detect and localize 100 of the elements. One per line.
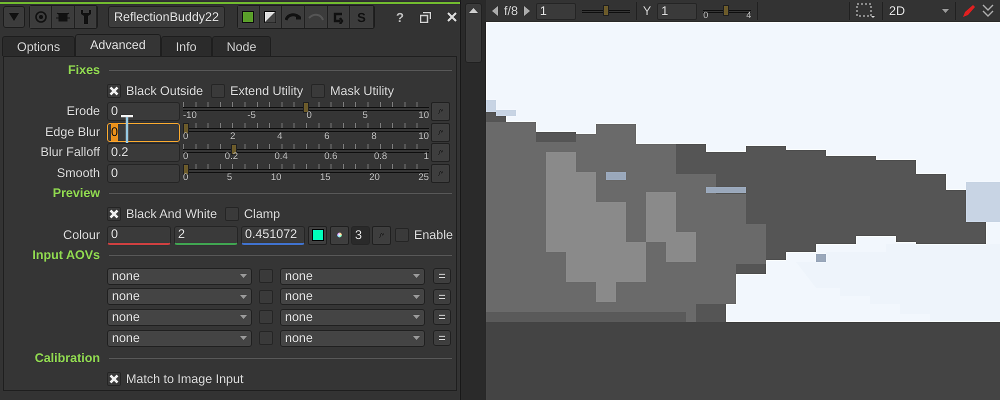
swap-button[interactable]: = <box>433 288 451 305</box>
wrench-button[interactable] <box>75 6 97 28</box>
redo-button[interactable] <box>304 6 328 28</box>
swap-button[interactable]: = <box>433 330 451 346</box>
dropdown[interactable]: none <box>280 288 425 306</box>
section-title: Preview <box>52 185 101 202</box>
tab[interactable]: Options <box>2 36 76 56</box>
slider-track[interactable]: 0 5 10 15 20 25 <box>183 163 429 184</box>
colour-swatch[interactable] <box>308 226 327 245</box>
tick-label: -5 <box>247 109 256 124</box>
dropdown-value: none <box>285 288 313 306</box>
collapse-button[interactable] <box>3 6 25 28</box>
checkbox[interactable] <box>107 372 121 386</box>
channel-count-field[interactable]: 3 <box>351 226 370 245</box>
field-label: Colour <box>62 226 101 244</box>
tick-label: 10 <box>270 171 282 186</box>
triangle-icon <box>9 13 19 21</box>
number-field[interactable]: 2 <box>174 226 238 245</box>
cross-mark-icon <box>109 209 119 220</box>
scrollbar[interactable] <box>465 3 482 63</box>
caret-icon <box>413 294 420 299</box>
up-arrow-icon <box>469 8 478 13</box>
caret-icon <box>942 9 949 13</box>
double-chevron-icon[interactable] <box>982 4 994 18</box>
tick-label: 2 <box>230 130 236 144</box>
number-field[interactable]: 0.451072 <box>241 226 305 245</box>
dropdown-value: none <box>112 309 140 326</box>
cross-mark-icon <box>109 374 119 384</box>
dropdown-value: none <box>112 288 140 306</box>
region-select-icon[interactable] <box>856 3 876 19</box>
target-button[interactable] <box>30 6 52 28</box>
slider-track[interactable]: -10 -5 0 5 10 <box>183 101 429 122</box>
dropdown-value: none <box>112 330 140 347</box>
view-mode-dropdown[interactable]: 2D <box>889 2 949 20</box>
slider-thumb[interactable] <box>602 5 609 16</box>
number-field[interactable]: 0.2 <box>107 143 180 162</box>
gamma-field[interactable]: 1 <box>657 2 698 20</box>
curve-button[interactable] <box>431 143 450 162</box>
swap-button[interactable]: = <box>433 268 451 284</box>
bug-icon <box>55 11 71 23</box>
dropdown[interactable]: none <box>107 308 252 326</box>
field-label: Smooth <box>56 164 101 182</box>
tick-label: 0.2 <box>224 150 238 164</box>
dropdown[interactable]: none <box>107 330 252 347</box>
section-title: Calibration <box>34 350 101 368</box>
half-square-icon <box>264 11 276 23</box>
curve-button[interactable] <box>431 102 450 121</box>
tick-label: 0.8 <box>374 150 388 164</box>
dropdown-value: 2D <box>889 2 905 20</box>
number-field[interactable]: 0 <box>107 164 180 183</box>
slider-thumb[interactable] <box>723 5 730 16</box>
number-field[interactable]: 0 <box>107 102 180 121</box>
section-title: Input AOVs <box>31 247 101 264</box>
curve-button[interactable] <box>431 164 450 183</box>
right-arrow-icon[interactable] <box>524 6 530 16</box>
checkbox[interactable] <box>107 207 121 222</box>
left-arrow-icon[interactable] <box>492 6 498 16</box>
checkbox-label: Enable <box>414 226 453 244</box>
tick-label: 0 <box>306 109 312 124</box>
tick-label: 4 <box>277 130 282 144</box>
tab[interactable]: Info <box>160 36 212 56</box>
dropdown[interactable]: none <box>280 330 425 347</box>
tab[interactable]: Advanced <box>75 34 161 56</box>
slider-track[interactable]: 0 2 4 6 8 10 <box>183 122 429 142</box>
tick-label: 20 <box>369 171 380 186</box>
caret-icon <box>240 294 247 299</box>
caret-icon <box>413 274 420 278</box>
curve-button[interactable] <box>431 122 450 142</box>
dropdown[interactable]: none <box>280 268 425 285</box>
tick-label: 0 <box>183 171 188 186</box>
node-name-field[interactable]: ReflectionBuddy22 <box>108 6 225 28</box>
tick-label: 8 <box>371 130 377 144</box>
dropdown[interactable]: none <box>280 308 425 326</box>
mini-slider[interactable]: 0 4 <box>703 2 752 20</box>
help-button[interactable]: ? <box>388 6 411 28</box>
caret-icon <box>240 315 247 320</box>
dropdown[interactable]: none <box>107 268 252 285</box>
number-field[interactable]: 0 <box>107 226 171 245</box>
tab[interactable]: Node <box>212 36 272 56</box>
revert-button[interactable] <box>328 6 350 28</box>
f-stop-label: f/8 <box>504 2 518 20</box>
tick-label: 10 <box>418 109 429 124</box>
split-color-button[interactable] <box>260 6 282 28</box>
close-icon <box>446 12 457 22</box>
node-color-button[interactable] <box>238 6 260 28</box>
tick-label: 6 <box>324 130 330 144</box>
tick-label: 0 <box>183 130 188 144</box>
checkbox[interactable] <box>107 84 121 98</box>
colour-wheel-button[interactable] <box>330 226 349 245</box>
gain-field[interactable]: 1 <box>536 2 576 20</box>
dropdown[interactable]: none <box>107 288 252 306</box>
bug-button[interactable] <box>52 6 75 28</box>
pencil-icon[interactable] <box>962 4 976 18</box>
tick-label: -10 <box>183 109 197 124</box>
curve-button[interactable] <box>372 226 391 245</box>
swap-button[interactable]: = <box>433 309 451 326</box>
slider-track[interactable]: 0 0.2 0.4 0.6 0.8 1 <box>183 142 429 163</box>
tick-label: 5 <box>362 109 368 124</box>
dropdown-value: none <box>285 330 313 347</box>
tick-label: 0.6 <box>324 150 338 164</box>
